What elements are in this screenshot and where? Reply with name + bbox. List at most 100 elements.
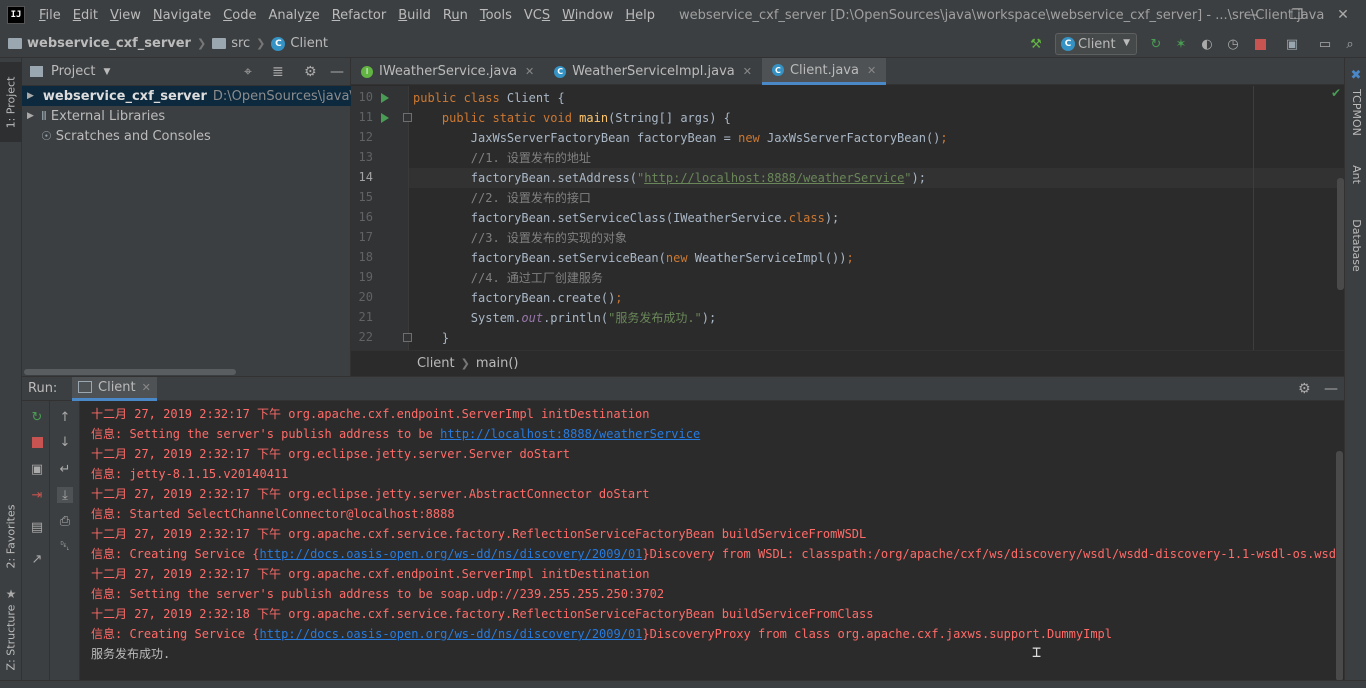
console-line: 服务发布成功. [91,647,171,661]
tab-project-tool[interactable]: 1: Project [0,62,22,142]
tab-client[interactable]: C Client.java ✕ [761,58,887,85]
breadcrumb-src[interactable]: src [212,36,250,51]
stop-icon[interactable] [1252,36,1268,52]
close-icon[interactable]: ✕ [142,381,151,394]
tab-structure-tool[interactable]: Z: Structure [0,592,22,682]
tree-item-scratches[interactable]: ☉ Scratches and Consoles [22,126,351,146]
menu-file[interactable]: File [33,8,67,23]
vertical-scrollbar[interactable] [1337,178,1344,290]
tree-item-project-root[interactable]: ▶ webservice_cxf_server D:\OpenSources\j… [22,86,351,106]
scroll-down-icon[interactable]: ↓ [57,434,73,450]
pin-icon[interactable]: ↗ [29,551,45,567]
close-window-button[interactable]: ✕ [1320,0,1366,30]
console-line: 信息: Setting the server's publish address… [91,587,665,601]
menu-navigate[interactable]: Navigate [147,8,217,23]
restore-window-button[interactable]: ❐ [1274,0,1320,30]
tab-database-tool[interactable]: Database [1345,210,1366,280]
menu-build[interactable]: Build [392,8,437,23]
print-icon[interactable]: ⎙ [57,513,73,529]
horizontal-scrollbar[interactable] [22,366,351,376]
line-number: 14 [358,170,373,184]
debug-icon[interactable]: ✶ [1173,36,1189,52]
fold-icon[interactable] [403,333,412,342]
console-link[interactable]: http://docs.oasis-open.org/ws-dd/ns/disc… [260,547,643,561]
left-tool-strip: 1: Project 2: Favorites ★ Z: Structure [0,58,22,680]
console-link[interactable]: http://docs.oasis-open.org/ws-dd/ns/disc… [260,627,643,641]
run-configuration-select[interactable]: C Client ▼ [1055,33,1137,55]
minimize-icon[interactable]: — [1324,381,1338,397]
breadcrumb-project[interactable]: webservice_cxf_server [8,36,191,51]
menu-view[interactable]: View [104,8,147,23]
menu-analyze[interactable]: Analyze [262,8,325,23]
profile-icon[interactable]: ◷ [1225,36,1241,52]
coverage-icon[interactable]: ◐ [1199,36,1215,52]
menu-code[interactable]: Code [217,8,262,23]
tree-item-external-libraries[interactable]: ▶ Ⅱ External Libraries [22,106,351,126]
chevron-right-icon[interactable]: ▶ [27,91,34,101]
collapse-icon[interactable]: ≣ [272,64,284,80]
menu-tools[interactable]: Tools [474,8,518,23]
close-icon[interactable]: ✕ [525,65,534,78]
code-editor[interactable]: 10 11 12 13 14 15 16 17 18 19 20 21 22 p… [351,86,1344,350]
title-bar: IJ File Edit View Navigate Code Analyze … [0,0,1366,30]
menu-edit[interactable]: Edit [67,8,104,23]
run-panel-title: Run: [28,381,58,396]
tab-ant-tool[interactable]: Ant [1345,154,1366,194]
menu-help[interactable]: Help [619,8,661,23]
search-icon[interactable]: ⌕ [1342,36,1358,52]
chevron-right-icon[interactable]: ▶ [27,111,37,121]
tab-iweatherservice[interactable]: I IWeatherService.java ✕ [351,58,544,85]
tab-label: IWeatherService.java [379,64,517,79]
tree-item-scratches-label: Scratches and Consoles [55,128,211,144]
target-icon[interactable]: ⌖ [244,64,252,80]
run-gutter-icon[interactable] [381,93,389,103]
run-gutter-icon[interactable] [381,113,389,123]
minimize-icon[interactable]: — [330,64,344,80]
scroll-to-end-icon[interactable]: ⤓ [57,487,73,503]
stop-icon[interactable] [29,434,45,450]
rerun-icon[interactable]: ↻ [29,409,45,425]
rerun-icon[interactable]: ↻ [1148,36,1164,52]
menu-vcs[interactable]: VCS [518,8,556,23]
menu-window[interactable]: Window [556,8,619,23]
console-link[interactable]: http://localhost:8888/weatherService [440,427,700,441]
layout-icon[interactable]: ▭ [1317,36,1333,52]
tab-weatherserviceimpl[interactable]: C WeatherServiceImpl.java ✕ [544,58,762,85]
vertical-scrollbar[interactable] [1336,451,1343,680]
minimize-window-button[interactable]: — [1228,0,1274,30]
run-toolbar-primary: ↻ ▣ ⇥ ▤ ↗ [22,401,50,680]
code-line: factoryBean.setServiceClass(IWeatherServ… [413,211,840,225]
login-icon[interactable]: ⇥ [29,487,45,503]
project-view-selector[interactable]: Project [51,64,95,79]
tab-run-client[interactable]: Client ✕ [72,376,157,401]
gear-icon[interactable]: ⚙ [304,64,317,80]
line-number: 21 [358,310,373,324]
camera-icon[interactable]: ▣ [29,461,45,477]
scroll-up-icon[interactable]: ↑ [57,409,73,425]
project-structure-icon[interactable]: ▣ [1284,36,1300,52]
breadcrumb-class[interactable]: Client [417,356,455,371]
layout-icon[interactable]: ▤ [29,519,45,535]
hammer-icon[interactable]: ⚒ [1028,36,1044,52]
line-number: 20 [358,290,373,304]
tab-favorites-tool[interactable]: 2: Favorites [0,488,22,584]
tab-tcpmon-tool[interactable]: TCPMON [1345,84,1366,140]
fold-icon[interactable] [403,113,412,122]
close-icon[interactable]: ✕ [867,64,876,77]
breadcrumb-file[interactable]: C Client [271,36,328,51]
chevron-down-icon[interactable]: ▼ [103,67,110,77]
breadcrumb-project-label: webservice_cxf_server [27,36,191,51]
trash-icon[interactable]: ␡ [57,538,73,554]
soft-wrap-icon[interactable]: ↵ [57,461,73,477]
console-line: 信息: Creating Service {http://docs.oasis-… [91,627,1113,641]
code-comment: //3. 设置发布的实现的对象 [413,231,627,245]
menu-run[interactable]: Run [437,8,474,23]
console-output[interactable]: 十二月 27, 2019 2:32:17 下午 org.apache.cxf.e… [80,401,1344,680]
right-tool-strip: ✖ TCPMON Ant Database [1344,58,1366,680]
breadcrumb-method[interactable]: main() [476,356,519,371]
close-icon[interactable]: ✕ [743,65,752,78]
class-icon: C [771,64,784,76]
gear-icon[interactable]: ⚙ [1298,381,1311,397]
menu-refactor[interactable]: Refactor [326,8,393,23]
line-number: 12 [358,130,373,144]
